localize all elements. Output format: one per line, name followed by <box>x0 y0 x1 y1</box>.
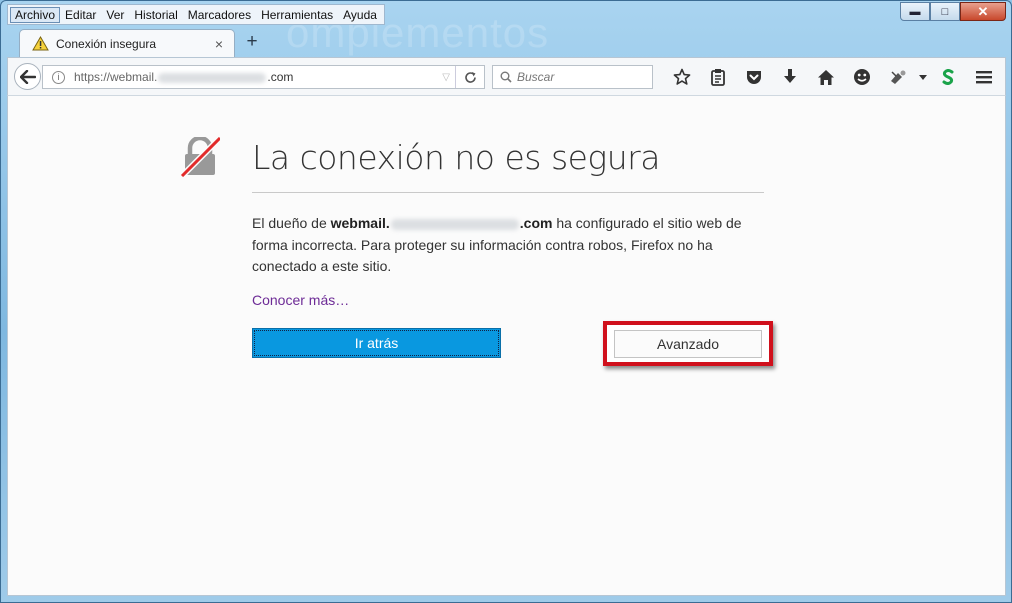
puzzle-extension-icon <box>891 70 906 84</box>
broken-lock-icon <box>180 137 220 177</box>
site-info-icon[interactable]: i <box>52 70 65 84</box>
search-icon <box>500 71 512 83</box>
search-placeholder: Buscar <box>517 70 555 84</box>
redacted-domain <box>158 72 267 83</box>
home-icon <box>818 69 834 85</box>
reload-icon <box>464 71 476 83</box>
menu-bar: Archivo Editar Ver Historial Marcadores … <box>7 4 385 25</box>
open-menu-button[interactable] <box>966 67 1002 87</box>
menu-archivo[interactable]: Archivo <box>10 6 61 23</box>
close-tab-icon[interactable]: × <box>210 36 228 52</box>
close-window-button[interactable]: ✕ <box>960 2 1006 21</box>
advanced-button[interactable]: Avanzado <box>614 330 762 358</box>
maximize-button[interactable]: □ <box>930 2 960 21</box>
browser-window: omplementos Archivo Editar Ver Historial… <box>0 0 1012 603</box>
green-s-extension-icon <box>942 69 954 85</box>
minimize-button[interactable]: ▬ <box>900 2 930 21</box>
bookmark-star-button[interactable] <box>664 67 700 87</box>
menu-historial[interactable]: Historial <box>129 7 182 23</box>
navigation-toolbar: i https://webmail. .com ▽ Buscar <box>7 57 1006 96</box>
window-controls: ▬ □ ✕ <box>900 2 1006 21</box>
pocket-icon <box>747 70 761 84</box>
url-dropdown-icon[interactable]: ▽ <box>442 72 450 83</box>
downloads-button[interactable] <box>772 67 808 87</box>
back-arrow-icon <box>19 69 36 84</box>
learn-more-link[interactable]: Conocer más… <box>252 292 349 308</box>
hello-button[interactable] <box>844 67 880 87</box>
warning-icon <box>32 36 49 51</box>
caret-down-icon <box>919 74 927 80</box>
page-content: La conexión no es segura El dueño de web… <box>7 96 1006 596</box>
green-extension-button[interactable] <box>930 67 966 87</box>
back-button[interactable] <box>14 63 41 90</box>
home-button[interactable] <box>808 67 844 87</box>
menu-herramientas[interactable]: Herramientas <box>256 7 338 23</box>
go-back-button[interactable]: Ir atrás <box>252 328 501 358</box>
extension-button[interactable] <box>880 67 916 87</box>
title-divider <box>252 192 764 193</box>
url-bar[interactable]: i https://webmail. .com ▽ <box>42 65 485 89</box>
highlight-annotation-box: Avanzado <box>603 321 773 366</box>
menu-ver[interactable]: Ver <box>101 7 129 23</box>
reload-button[interactable] <box>455 66 484 88</box>
redacted-host <box>390 218 519 230</box>
clipboard-list-icon <box>711 69 725 86</box>
hamburger-menu-icon <box>976 71 992 84</box>
url-text: https://webmail. .com <box>74 70 294 84</box>
smiley-icon <box>854 69 870 85</box>
download-arrow-icon <box>784 69 796 83</box>
bookmarks-list-button[interactable] <box>700 67 736 87</box>
toolbar-icons <box>664 67 1002 87</box>
menu-marcadores[interactable]: Marcadores <box>183 7 256 23</box>
pocket-button[interactable] <box>736 67 772 87</box>
star-icon <box>673 68 691 85</box>
error-description: El dueño de webmail. .com ha configurado … <box>252 215 742 274</box>
page-title: La conexión no es segura <box>252 138 660 177</box>
menu-editar[interactable]: Editar <box>60 7 101 23</box>
tab-conexion-insegura[interactable]: Conexión insegura × <box>19 29 235 57</box>
extension-menu-dropdown[interactable] <box>916 67 930 87</box>
menu-ayuda[interactable]: Ayuda <box>338 7 382 23</box>
new-tab-button[interactable]: + <box>242 31 262 53</box>
host-name: webmail. .com <box>330 215 553 231</box>
tab-title: Conexión insegura <box>56 36 157 51</box>
search-field[interactable]: Buscar <box>492 65 653 89</box>
